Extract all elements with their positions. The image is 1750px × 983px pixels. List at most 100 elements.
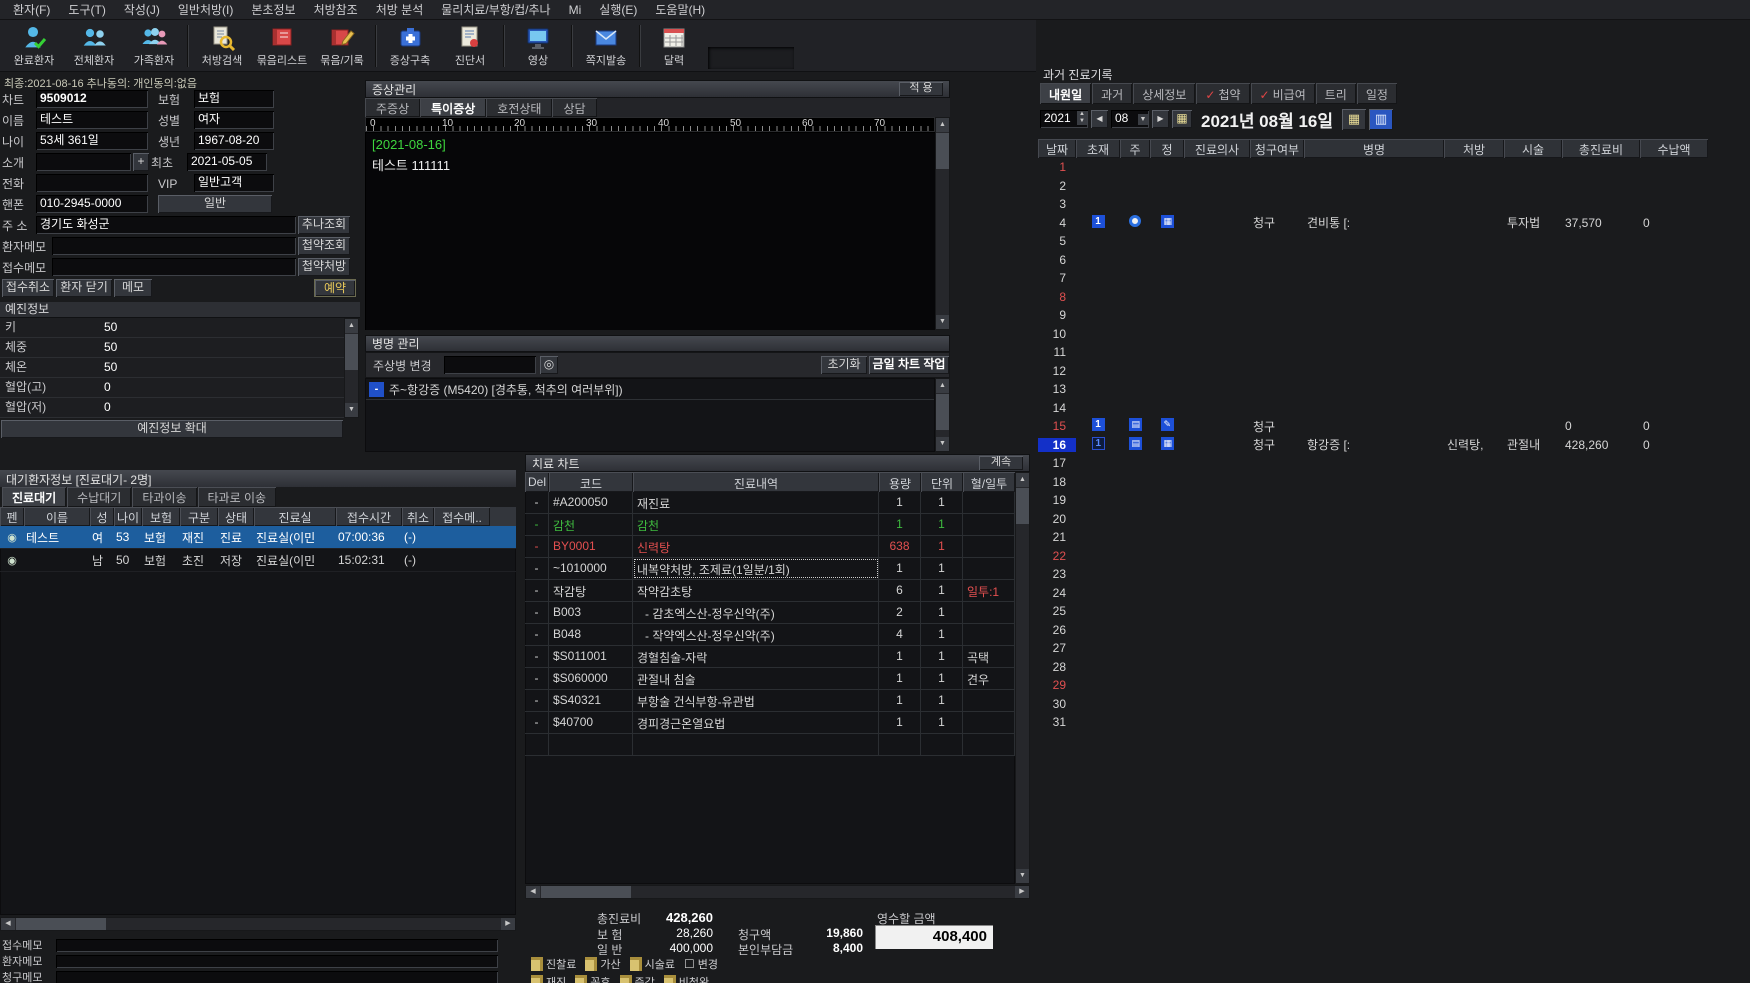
scroll-right-icon[interactable]: ▶ <box>1015 886 1029 898</box>
fee-extra-button[interactable]: 증감 <box>620 974 655 983</box>
history-column-label[interactable]: 수납액 <box>1640 139 1708 158</box>
field-input[interactable]: 여자 <box>194 111 274 129</box>
treatment-row[interactable]: -B048- 작약엑스산-정우신약(주)41 <box>525 624 1015 646</box>
history-day-row[interactable]: 22 <box>1038 547 1708 566</box>
change-checkbox[interactable]: ☐변경 <box>684 956 718 972</box>
waiting-column-label[interactable]: 보험 <box>142 507 180 526</box>
send-note-button[interactable]: 쪽지발송 <box>576 22 636 70</box>
crosshair-icon[interactable]: ◎ <box>540 356 558 374</box>
waiting-column-label[interactable]: 접수메.. <box>434 507 490 526</box>
history-column-label[interactable]: 처방 <box>1444 139 1504 158</box>
fee-extra-button[interactable]: 꼭후 <box>575 974 610 983</box>
scroll-thumb[interactable] <box>541 886 631 898</box>
imaging-button[interactable]: 영상 <box>508 22 568 70</box>
next-month-button[interactable]: ▶ <box>1152 110 1169 128</box>
history-day-row[interactable]: 23 <box>1038 565 1708 584</box>
menu-item[interactable]: 실행(E) <box>590 0 646 20</box>
history-day-row[interactable]: 151▤✎청구00 <box>1038 417 1708 436</box>
scroll-left-icon[interactable]: ◀ <box>1 918 15 930</box>
field-input[interactable]: 일반고객 <box>194 174 274 192</box>
chevron-down-icon[interactable]: ▼ <box>1138 114 1148 125</box>
herb-lookup-button[interactable]: 첩약조회 <box>298 237 350 255</box>
calendar-button[interactable]: 달력 <box>644 22 704 70</box>
treatment-row[interactable]: -$40700경피경근온열요법11 <box>525 712 1015 734</box>
history-column-label[interactable]: 주 <box>1120 139 1150 158</box>
chuna-lookup-button[interactable]: 추나조회 <box>298 216 350 234</box>
history-column-label[interactable]: 시술 <box>1504 139 1562 158</box>
history-tab[interactable]: 일정 <box>1357 83 1397 104</box>
history-day-row[interactable]: 13 <box>1038 380 1708 399</box>
preexam-scrollbar[interactable]: ▲▼ <box>344 318 359 418</box>
treatment-scrollbar[interactable]: ▲▼ <box>1015 472 1030 884</box>
scroll-up-icon[interactable]: ▲ <box>936 118 949 132</box>
waiting-column-label[interactable]: 펜 <box>0 507 24 526</box>
history-tab[interactable]: ✓첩약 <box>1196 83 1249 104</box>
menu-item[interactable]: 환자(F) <box>4 0 59 20</box>
field-input[interactable]: 테스트 <box>36 111 148 129</box>
preexam-value[interactable]: 0 <box>104 398 344 417</box>
waiting-column-label[interactable]: 접수시간 <box>336 507 402 526</box>
menu-item[interactable]: 물리치료/부항/컵/추나 <box>432 0 559 20</box>
history-day-row[interactable]: 8 <box>1038 288 1708 307</box>
history-column-label[interactable]: 날짜 <box>1038 139 1076 158</box>
symptom-text-area[interactable]: [2021-08-16] 테스트 111111 <box>365 132 935 330</box>
treatment-hscrollbar[interactable]: ◀▶ <box>525 885 1030 899</box>
treatment-row[interactable]: -B003- 감초엑스산-정우신약(주)21 <box>525 602 1015 624</box>
history-tab[interactable]: 상세정보 <box>1133 83 1195 104</box>
continue-button[interactable]: 계속 <box>979 456 1023 470</box>
history-day-row[interactable]: 3 <box>1038 195 1708 214</box>
history-day-row[interactable]: 28 <box>1038 658 1708 677</box>
history-day-row[interactable]: 12 <box>1038 362 1708 381</box>
treatment-row[interactable]: -BY0001신력탕6381 <box>525 536 1015 558</box>
history-day-row[interactable]: 9 <box>1038 306 1708 325</box>
history-day-row[interactable]: 41▦청구견비통 [:투자법37,5700 <box>1038 214 1708 233</box>
history-tab[interactable]: 내원일 <box>1040 83 1091 104</box>
menu-item[interactable]: 처방 분석 <box>367 0 433 20</box>
year-spinner[interactable]: ▲▼ <box>1077 111 1087 125</box>
memo-button[interactable]: 메모 <box>114 279 152 297</box>
waiting-tab[interactable]: 타과로 이송 <box>198 487 277 507</box>
history-column-label[interactable]: 진료의사 <box>1184 139 1250 158</box>
scroll-thumb[interactable] <box>936 133 949 169</box>
field-input[interactable]: 010-2945-0000 <box>36 195 148 213</box>
history-day-row[interactable]: 10 <box>1038 325 1708 344</box>
history-column-label[interactable]: 총진료비 <box>1562 139 1640 158</box>
waiting-tab[interactable]: 진료대기 <box>2 487 66 507</box>
spin-down-icon[interactable]: ▼ <box>1077 118 1087 125</box>
history-column-label[interactable]: 병명 <box>1304 139 1444 158</box>
completed-patients-button[interactable]: 완료환자 <box>4 22 64 70</box>
field-input[interactable] <box>36 174 148 192</box>
history-day-row[interactable]: 17 <box>1038 454 1708 473</box>
treatment-row[interactable]: -$S060000관절내 침술11견우 <box>525 668 1015 690</box>
field-input[interactable]: 경기도 화성군 <box>36 216 296 234</box>
symptom-tab[interactable]: 주증상 <box>365 98 420 117</box>
history-day-row[interactable]: 161▤▦청구항강증 [:신력탕,관절내428,2600 <box>1038 436 1708 455</box>
history-day-row[interactable]: 18 <box>1038 473 1708 492</box>
menu-item[interactable]: 처방참조 <box>305 0 367 20</box>
certificate-button[interactable]: 진단서 <box>440 22 500 70</box>
history-day-row[interactable]: 26 <box>1038 621 1708 640</box>
field-input[interactable] <box>36 153 131 171</box>
history-day-row[interactable]: 27 <box>1038 639 1708 658</box>
history-day-row[interactable]: 7 <box>1038 269 1708 288</box>
chart-book-icon[interactable]: ▥ <box>1369 109 1393 130</box>
scroll-down-icon[interactable]: ▼ <box>936 437 949 451</box>
diagnosis-search-input[interactable] <box>444 356 536 374</box>
history-day-row[interactable]: 24 <box>1038 584 1708 603</box>
scroll-thumb[interactable] <box>936 394 949 430</box>
preexam-value[interactable]: 0 <box>104 378 344 397</box>
preexam-value[interactable]: 50 <box>104 358 344 377</box>
history-column-label[interactable]: 초재 <box>1076 139 1120 158</box>
menu-item[interactable]: 도움말(H) <box>646 0 714 20</box>
history-tab[interactable]: 과거 <box>1092 83 1132 104</box>
family-patients-button[interactable]: 가족환자 <box>124 22 184 70</box>
scroll-left-icon[interactable]: ◀ <box>526 886 540 898</box>
symptom-tab[interactable]: 특이증상 <box>420 98 486 117</box>
scroll-thumb[interactable] <box>16 918 106 930</box>
add-intro-button[interactable]: + <box>133 153 149 171</box>
treatment-column-label[interactable]: 단위 <box>921 472 963 492</box>
preexam-value[interactable]: 50 <box>104 338 344 357</box>
field-input[interactable]: 1967-08-20 <box>194 132 274 150</box>
year-selector[interactable]: 2021 ▲▼ <box>1040 110 1088 128</box>
treatment-row[interactable]: -$S40321부항술 건식부항-유관법11 <box>525 690 1015 712</box>
